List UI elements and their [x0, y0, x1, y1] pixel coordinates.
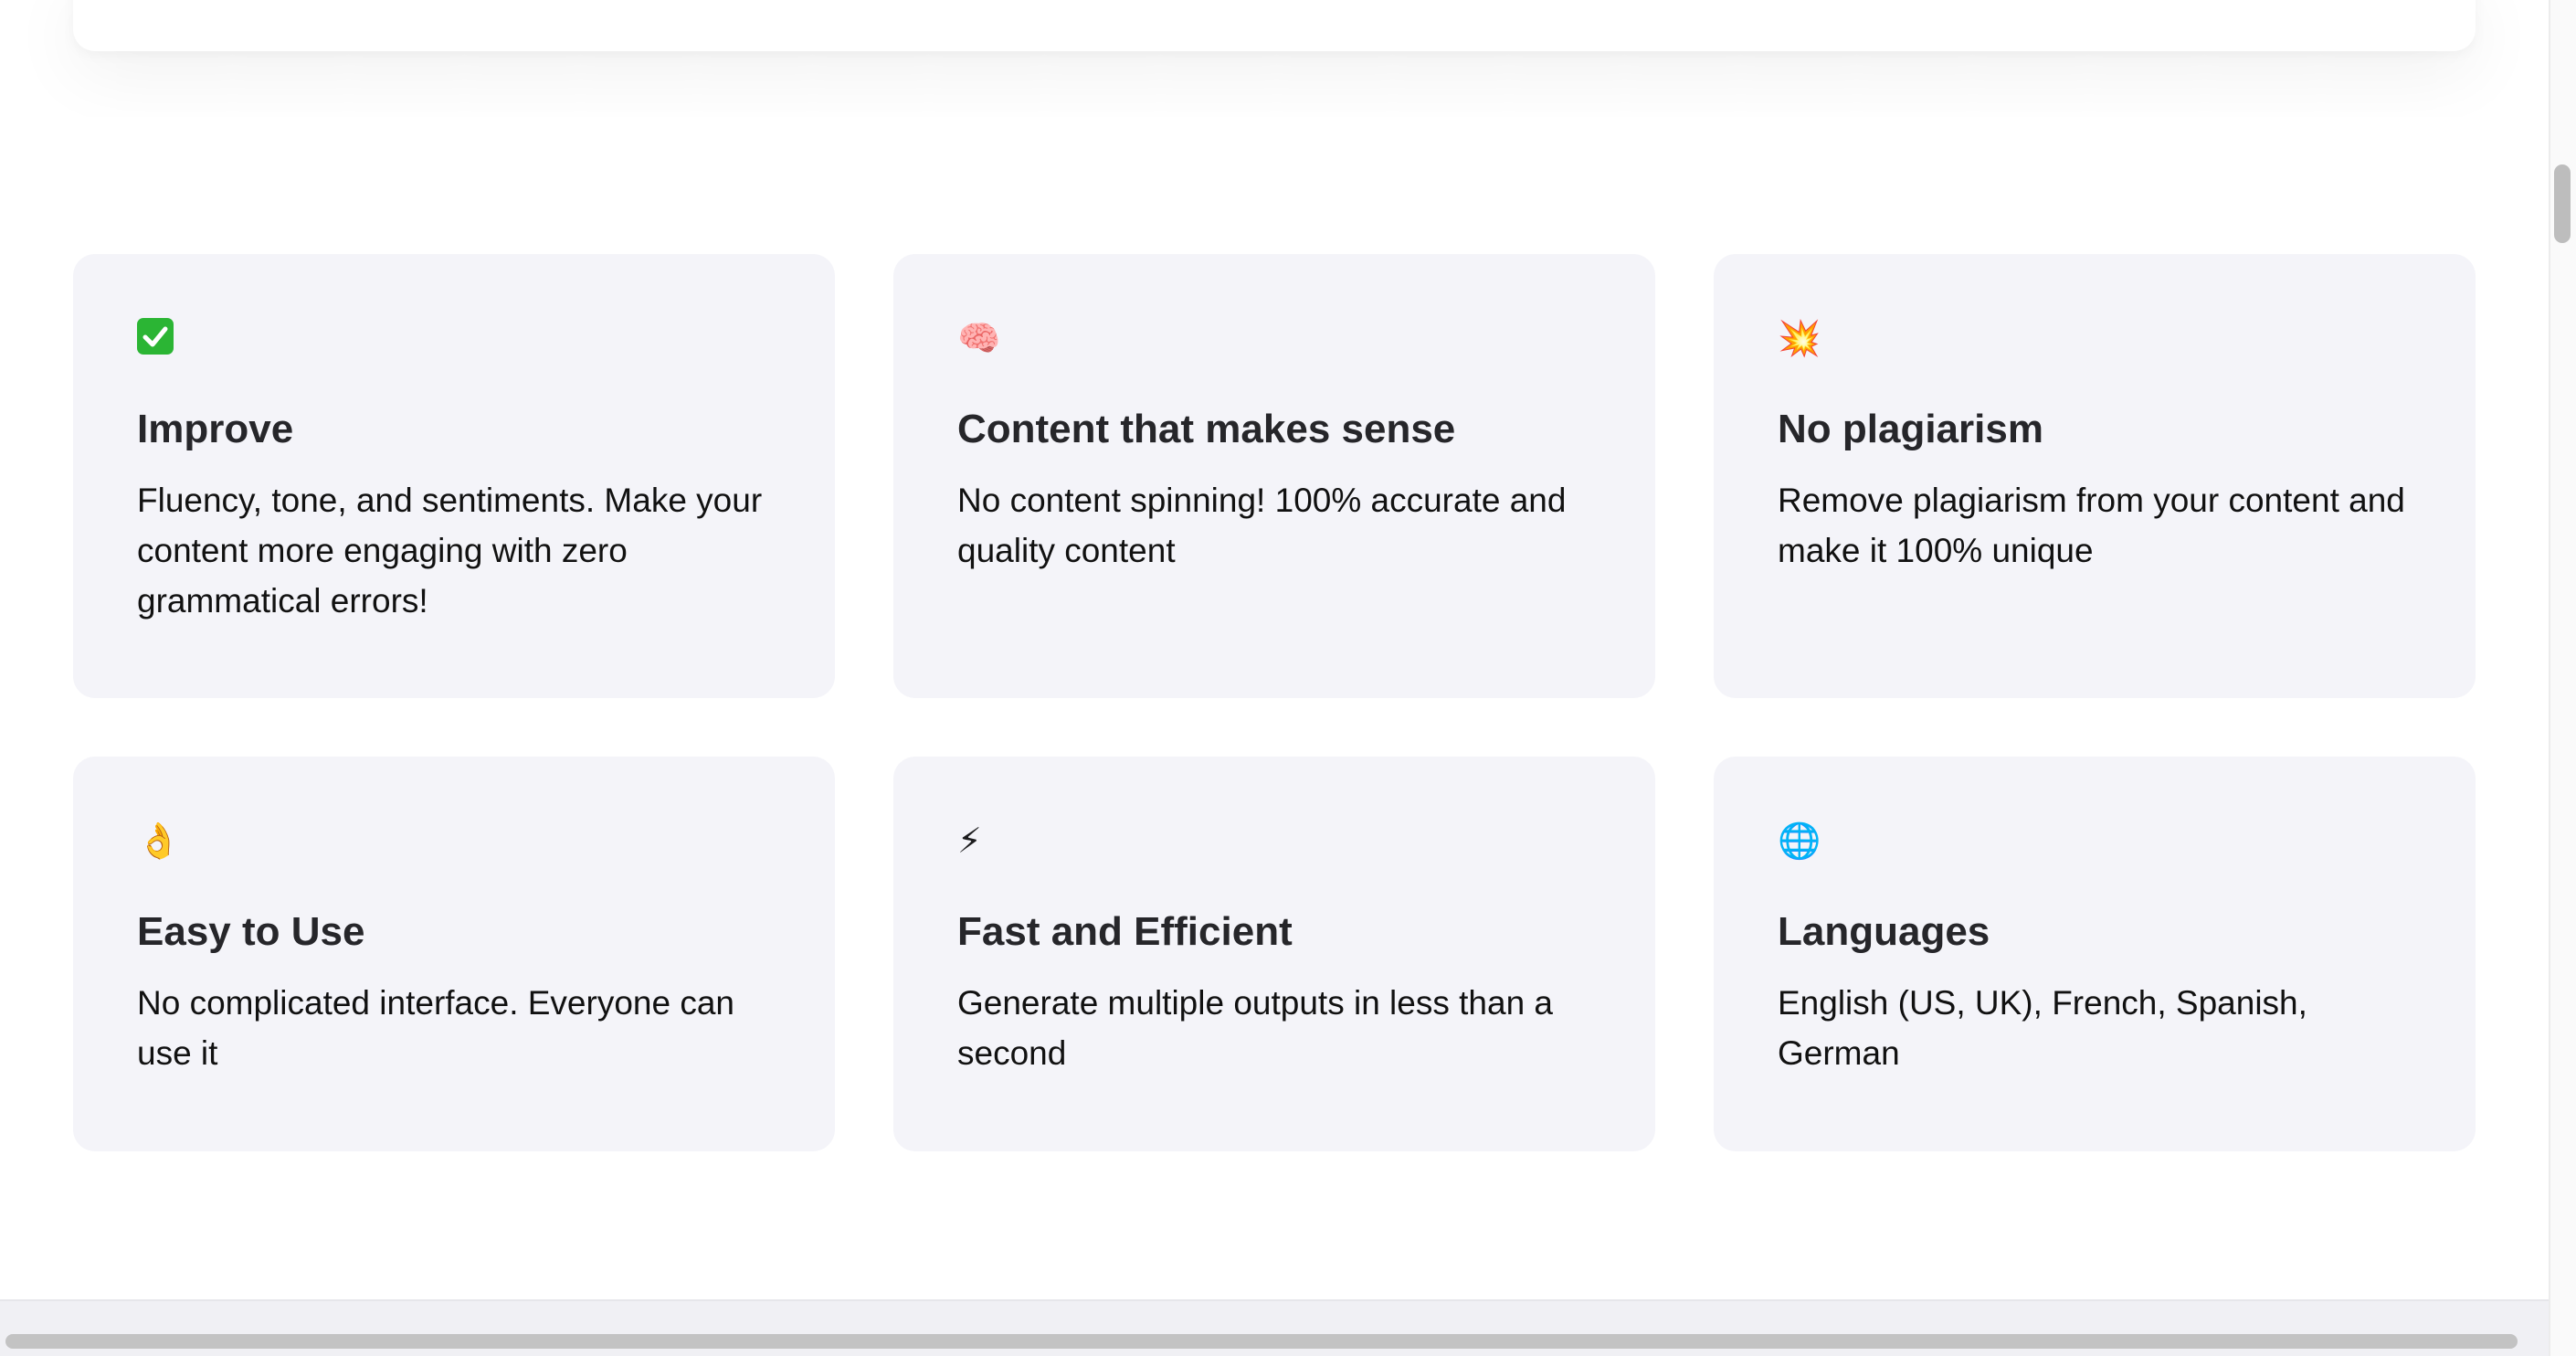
feature-card-no-plagiarism: 💥 No plagiarism Remove plagiarism from y…: [1714, 254, 2476, 698]
brain-icon: 🧠: [957, 318, 1001, 358]
ok-hand-icon: 👌: [137, 821, 181, 861]
feature-description: No content spinning! 100% accurate and q…: [957, 482, 1567, 569]
feature-title: No plagiarism: [1778, 407, 2043, 451]
lightning-icon: ⚡: [957, 821, 982, 861]
feature-description: Fluency, tone, and sentiments. Make your…: [137, 482, 763, 620]
feature-title: Fast and Efficient: [957, 909, 1293, 954]
features-grid: Improve Fluency, tone, and sentiments. M…: [73, 254, 2476, 1151]
vertical-scrollbar-thumb[interactable]: [2554, 164, 2571, 243]
feature-card-languages: 🌐 Languages English (US, UK), French, Sp…: [1714, 757, 2476, 1151]
feature-card-improve: Improve Fluency, tone, and sentiments. M…: [73, 254, 835, 698]
horizontal-scrollbar-thumb[interactable]: [5, 1334, 2518, 1349]
feature-card-content: 🧠 Content that makes sense No content sp…: [893, 254, 1655, 698]
feature-description: Generate multiple outputs in less than a…: [957, 984, 1553, 1072]
feature-description: English (US, UK), French, Spanish, Germa…: [1778, 984, 2307, 1072]
feature-title: Content that makes sense: [957, 407, 1456, 451]
feature-title: Improve: [137, 407, 294, 451]
collision-icon: 💥: [1778, 318, 1821, 358]
feature-card-easy-to-use: 👌 Easy to Use No complicated interface. …: [73, 757, 835, 1151]
feature-description: Remove plagiarism from your content and …: [1778, 482, 2405, 569]
feature-card-fast: ⚡ Fast and Efficient Generate multiple o…: [893, 757, 1655, 1151]
feature-description: No complicated interface. Everyone can u…: [137, 984, 735, 1072]
check-mark-icon: [137, 318, 177, 358]
feature-title: Easy to Use: [137, 909, 365, 954]
feature-title: Languages: [1778, 909, 1990, 954]
globe-icon: 🌐: [1778, 821, 1821, 861]
top-card: [73, 0, 2476, 51]
